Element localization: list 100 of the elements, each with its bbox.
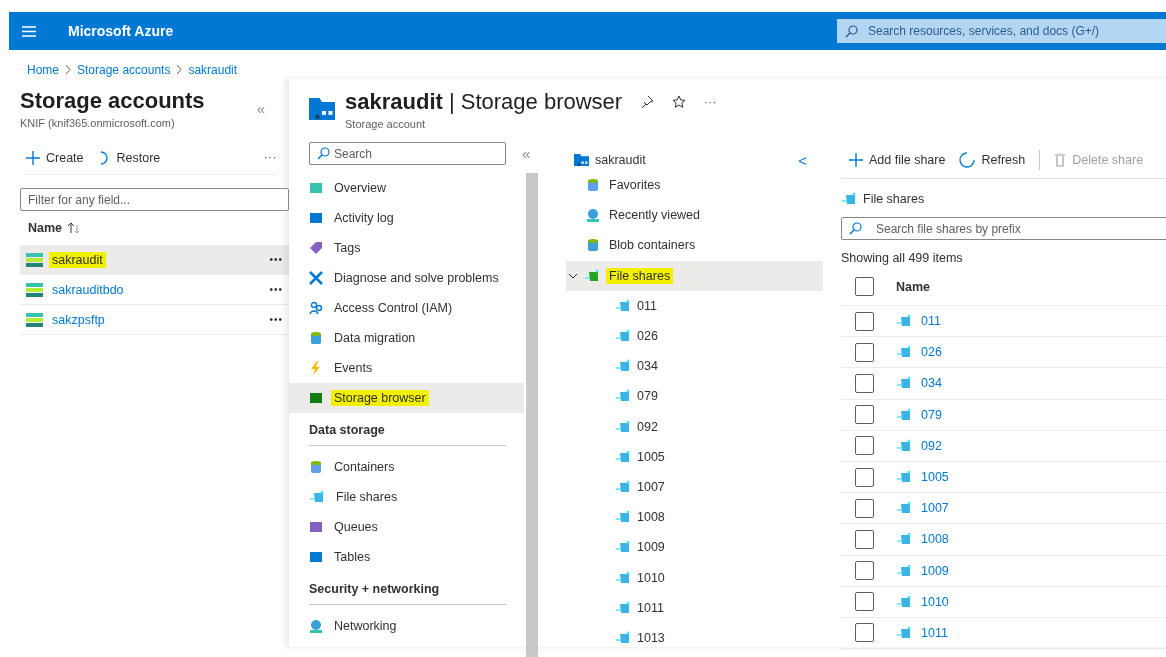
select-all-checkbox[interactable] <box>855 277 874 296</box>
row-checkbox[interactable] <box>855 373 874 393</box>
tree-item[interactable]: 1005 <box>566 441 823 472</box>
cylinder-icon <box>309 331 323 345</box>
more-button[interactable]: ••• <box>269 284 283 295</box>
breadcrumb-link[interactable]: Home <box>27 62 59 77</box>
tree-item[interactable]: 1007 <box>566 471 823 503</box>
file-share-link[interactable]: 011 <box>918 313 944 330</box>
more-button[interactable]: ··· <box>704 96 718 108</box>
toolbar-button[interactable]: Refresh <box>959 152 1026 168</box>
row-checkbox[interactable] <box>855 529 874 549</box>
search-icon <box>845 24 858 38</box>
file-share-link[interactable]: 092 <box>918 437 945 454</box>
row-checkbox[interactable] <box>855 592 874 612</box>
file-share-link[interactable]: 1005 <box>918 469 952 486</box>
cylinder-icon <box>309 460 323 474</box>
filter-field[interactable]: Filter for any field... <box>20 188 289 211</box>
more-button[interactable]: ••• <box>269 254 283 265</box>
row-checkbox[interactable] <box>855 436 874 456</box>
account-link[interactable]: sakzpsftp <box>49 311 108 328</box>
account-link[interactable]: sakrauditbdo <box>49 281 127 298</box>
toolbar-button[interactable]: Add file share <box>849 153 946 167</box>
file-share-link[interactable]: 079 <box>918 406 945 423</box>
row-checkbox[interactable] <box>855 498 874 518</box>
storage-account-icon <box>26 252 43 267</box>
toolbar-button[interactable]: Create <box>26 150 84 165</box>
file-share-link[interactable]: 034 <box>918 375 945 392</box>
row-checkbox[interactable] <box>855 311 874 331</box>
file-share-link[interactable]: 1011 <box>918 624 951 641</box>
row-checkbox[interactable] <box>855 467 874 487</box>
nav-item[interactable]: Access Control (IAM) <box>289 293 524 323</box>
tree-item[interactable]: 1013 <box>566 622 823 653</box>
file-share-icon <box>841 192 857 206</box>
more-button[interactable]: ••• <box>269 314 283 325</box>
account-link[interactable]: sakraudit <box>49 251 106 268</box>
global-search-field[interactable]: Search resources, services, and docs (G+/) <box>837 19 1166 43</box>
tree-item[interactable]: 1011 <box>566 592 823 623</box>
account-row[interactable]: sakzpsftp ••• <box>20 305 289 335</box>
nav-item[interactable]: Overview <box>289 173 524 203</box>
nav-item[interactable]: Containers <box>289 452 524 482</box>
nav-item[interactable]: Tags <box>289 233 524 263</box>
collapse-button[interactable]: « <box>518 145 535 162</box>
file-share-icon <box>615 600 631 615</box>
scrollbar[interactable] <box>526 173 538 657</box>
tree-item[interactable]: 026 <box>566 320 823 352</box>
more-button[interactable]: ··· <box>264 152 277 163</box>
nav-item[interactable]: Tables <box>289 542 524 572</box>
nav-item[interactable]: Storage browser <box>289 383 524 413</box>
panel-title: Storage accounts <box>20 88 205 114</box>
row-checkbox[interactable] <box>855 342 874 362</box>
tree-item[interactable]: 1009 <box>566 532 823 563</box>
tree-item[interactable]: 034 <box>566 351 823 382</box>
tree-item[interactable]: 092 <box>566 411 823 442</box>
toolbar-button[interactable]: Restore <box>97 150 161 165</box>
breadcrumb-link[interactable]: Storage accounts <box>77 62 171 77</box>
row-checkbox[interactable] <box>855 561 874 581</box>
tree-item[interactable]: 1008 <box>566 502 823 533</box>
file-share-link[interactable]: 1007 <box>918 500 952 517</box>
file-share-icon <box>615 449 631 464</box>
row-checkbox[interactable] <box>855 405 874 425</box>
file-share-icon <box>615 298 631 313</box>
account-row[interactable]: sakraudit ••• <box>20 245 289 275</box>
nav-item[interactable]: Events <box>289 353 524 383</box>
plus-icon <box>26 150 40 165</box>
file-share-link[interactable]: 1009 <box>918 562 952 579</box>
refresh-icon <box>959 152 976 168</box>
row-checkbox[interactable] <box>855 623 874 643</box>
chevron-right-icon <box>65 65 71 74</box>
column-header[interactable]: Name <box>28 221 63 235</box>
nav-item[interactable]: Diagnose and solve problems <box>289 263 524 293</box>
breadcrumb-link[interactable]: sakraudit <box>188 62 238 77</box>
tree-item[interactable]: File shares <box>566 260 823 291</box>
blade-subtitle: Storage account <box>345 118 427 130</box>
search-icon <box>317 147 330 160</box>
file-share-icon <box>896 314 912 329</box>
nav-item[interactable]: File shares <box>289 482 524 512</box>
file-share-link[interactable]: 1010 <box>918 593 952 610</box>
nav-item[interactable]: Activity log <box>289 203 524 233</box>
nav-item[interactable]: Queues <box>289 512 524 542</box>
collapse-button[interactable]: < <box>794 151 811 169</box>
tree-item[interactable]: 011 <box>566 290 823 321</box>
tree-item[interactable]: Favorites <box>566 170 823 201</box>
star-icon[interactable] <box>672 95 687 109</box>
tree-item[interactable]: Blob containers <box>566 230 823 261</box>
file-share-icon <box>896 563 912 578</box>
file-share-link[interactable]: 026 <box>918 344 945 361</box>
tree-item[interactable]: 079 <box>566 381 823 412</box>
collapse-button[interactable]: « <box>252 100 269 117</box>
search-field[interactable]: Search <box>309 142 506 165</box>
menu-icon[interactable] <box>22 25 36 37</box>
tree-item[interactable]: Recently viewed <box>566 200 823 231</box>
file-share-link[interactable]: 1008 <box>918 531 952 548</box>
nav-item[interactable]: Networking <box>289 611 524 641</box>
account-row[interactable]: sakrauditbdo ••• <box>20 275 289 305</box>
tree-root[interactable]: sakraudit <box>595 153 646 167</box>
column-header[interactable]: Name <box>896 279 931 294</box>
nav-item[interactable]: Data migration <box>289 323 524 353</box>
search-field[interactable]: Search file shares by prefix <box>841 217 1166 240</box>
tree-item[interactable]: 1010 <box>566 562 823 593</box>
sort-icon[interactable] <box>68 222 81 234</box>
